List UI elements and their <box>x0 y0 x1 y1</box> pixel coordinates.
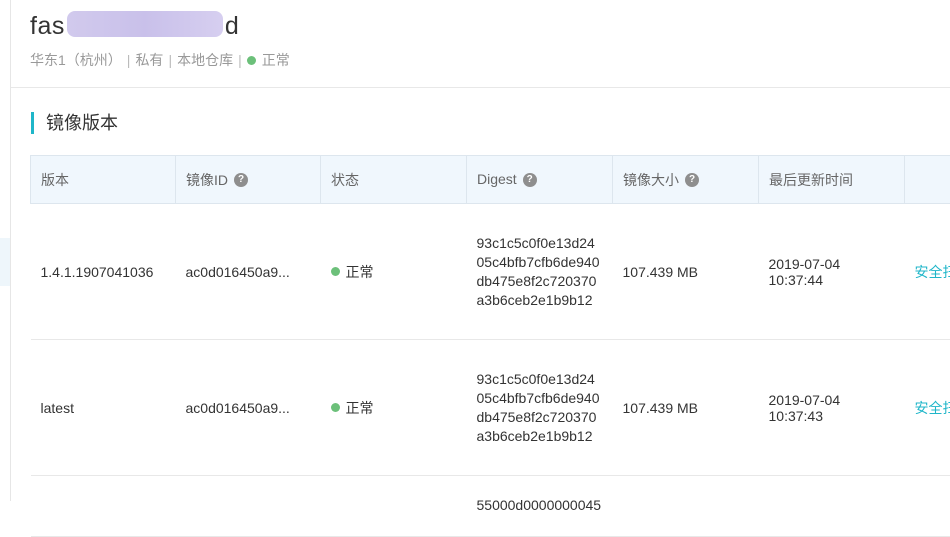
cell-updated <box>759 476 905 537</box>
cell-updated: 2019-07-0410:37:44 <box>759 204 905 340</box>
separator: | <box>168 52 172 68</box>
help-icon[interactable]: ? <box>234 173 248 187</box>
sidebar-selected-item[interactable] <box>0 238 10 286</box>
cell-image-id: ac0d016450a9... <box>176 340 321 476</box>
help-icon[interactable]: ? <box>523 173 537 187</box>
table-row: 1.4.1.1907041036 ac0d016450a9... 正常 93c1… <box>31 204 950 340</box>
separator: | <box>127 52 131 68</box>
repo-header: fasd 华东1（杭州）|私有|本地仓库|正常 <box>11 0 950 88</box>
cell-status <box>321 476 467 537</box>
image-version-table: 版本 镜像ID? 状态 Digest? 镜像大小? 最后更新时间 1.4.1.1… <box>30 155 950 537</box>
repo-region: 华东1（杭州） <box>30 52 122 68</box>
col-header-digest: Digest? <box>467 156 613 204</box>
left-sidebar <box>0 0 11 501</box>
repo-meta: 华东1（杭州）|私有|本地仓库|正常 <box>30 50 290 70</box>
cell-version <box>31 476 176 537</box>
col-header-updated: 最后更新时间 <box>759 156 905 204</box>
repo-visibility: 私有 <box>135 52 163 68</box>
cell-digest: 93c1c5c0f0e13d2405c4bfb7cfb6de940db475e8… <box>467 340 613 476</box>
table-header-row: 版本 镜像ID? 状态 Digest? 镜像大小? 最后更新时间 <box>31 156 950 204</box>
separator: | <box>238 52 242 68</box>
cell-digest: 55000d0000000045 <box>467 476 613 537</box>
cell-actions: 安全扫 <box>905 204 950 340</box>
cell-updated: 2019-07-0410:37:43 <box>759 340 905 476</box>
status-dot-icon <box>247 56 256 65</box>
repo-status: 正常 <box>262 52 290 68</box>
cell-size: 107.439 MB <box>613 204 759 340</box>
cell-actions: 安全扫 <box>905 340 950 476</box>
status-dot-icon <box>331 267 340 276</box>
cell-actions <box>905 476 950 537</box>
col-header-image-id: 镜像ID? <box>176 156 321 204</box>
cell-version: latest <box>31 340 176 476</box>
cell-status: 正常 <box>321 204 467 340</box>
security-scan-link[interactable]: 安全扫 <box>915 264 950 280</box>
cell-image-id: ac0d016450a9... <box>176 204 321 340</box>
security-scan-link[interactable]: 安全扫 <box>915 400 950 416</box>
col-header-size: 镜像大小? <box>613 156 759 204</box>
repo-name-suffix: d <box>225 12 239 41</box>
repo-name-prefix: fas <box>30 12 65 41</box>
cell-image-id <box>176 476 321 537</box>
col-header-status: 状态 <box>321 156 467 204</box>
cell-size <box>613 476 759 537</box>
status-dot-icon <box>331 403 340 412</box>
col-header-actions <box>905 156 950 204</box>
repo-name: fas d <box>30 12 239 41</box>
cell-status: 正常 <box>321 340 467 476</box>
cell-digest: 93c1c5c0f0e13d2405c4bfb7cfb6de940db475e8… <box>467 204 613 340</box>
help-icon[interactable]: ? <box>685 173 699 187</box>
cell-version: 1.4.1.1907041036 <box>31 204 176 340</box>
section-title: 镜像版本 <box>31 112 118 134</box>
repo-type: 本地仓库 <box>177 52 233 68</box>
table-row: 55000d0000000045 <box>31 476 950 537</box>
table-row: latest ac0d016450a9... 正常 93c1c5c0f0e13d… <box>31 340 950 476</box>
redaction-mask <box>67 11 223 37</box>
cell-size: 107.439 MB <box>613 340 759 476</box>
col-header-version: 版本 <box>31 156 176 204</box>
